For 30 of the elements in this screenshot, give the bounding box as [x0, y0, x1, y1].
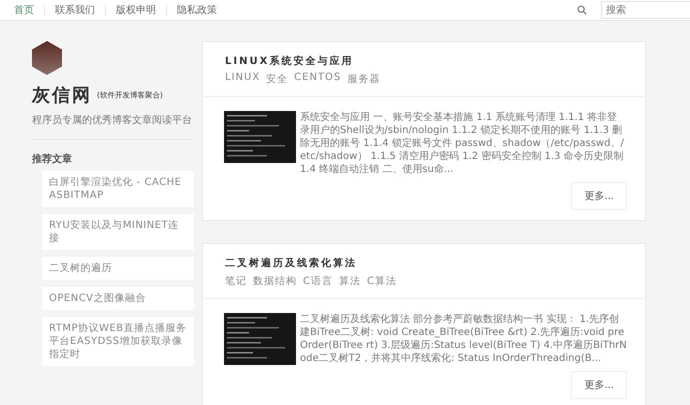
tag-link[interactable]: 安全: [266, 72, 288, 86]
tag-link[interactable]: CENTOS: [294, 72, 342, 86]
tag-link[interactable]: C语言: [303, 274, 333, 288]
nav-link[interactable]: 版权申明: [106, 4, 167, 16]
post-title[interactable]: 二叉树遍历及线索化算法: [225, 256, 623, 270]
more-button[interactable]: 更多...: [571, 182, 627, 210]
tag-link[interactable]: 笔记: [225, 274, 247, 288]
tag-link[interactable]: 服务器: [347, 72, 380, 86]
nav-link[interactable]: 首页: [4, 4, 45, 16]
nav-link[interactable]: 隐私政策: [167, 4, 227, 16]
post-excerpt: 二叉树遍历及线索化算法 部分参考严蔚敏数据结构一书 实现： 1.先序创建BiTree二叉树: void Create_BiTree(BiTree &rt) 2.先序遍历:void preOrder(BiTree rt) 3.层级遍历:Status level(BiTree T) 4.中序遍历BiThrNode二叉树T2，并将其中序线索化: Status InOrderThreading(B...: [300, 313, 627, 365]
recommended-article[interactable]: 白屏引擎渲染优化 - CACHEASBITMAP: [42, 171, 194, 207]
search-field[interactable]: 搜索: [601, 1, 690, 19]
section-heading: 推荐文章: [32, 152, 73, 166]
recommended-article[interactable]: OPENCV之图像融合: [42, 287, 194, 310]
more-button[interactable]: 更多...: [571, 371, 627, 399]
tag-link[interactable]: C算法: [366, 274, 397, 288]
hexagon-logo: [32, 41, 62, 75]
tag-link[interactable]: 算法: [338, 274, 361, 288]
recommended-article[interactable]: RYU安装以及与MININET连接: [42, 214, 194, 250]
recommended-article[interactable]: 二叉树的遍历: [42, 257, 194, 280]
nav-link[interactable]: 联系我们: [45, 4, 106, 16]
site-name: 灰信网: [32, 84, 92, 107]
post-title[interactable]: LINUX系统安全与应用: [225, 54, 623, 68]
site-tagline: 程序员专属的优秀博客文章阅读平台: [32, 114, 192, 127]
search-icon[interactable]: [577, 5, 587, 15]
tag-link[interactable]: 数据结构: [253, 274, 297, 288]
tag-link[interactable]: LINUX: [225, 72, 260, 86]
post-excerpt: 系统安全与应用 一、账号安全基本措施 1.1 系统账号清理 1.1.1 将非登录用户的Shell设为/sbin/nologin 1.1.2 锁定长期不使用的账号 1.1.3 删除无用的账号 1.1.4 锁定账号文件 passwd、shadow（/etc/passwd、/etc/shadow） 1.1.5 清空用户密码 1.2 密码安全控制 1.3 命令历史限制 1.4 终端自动注销 二、使用su命...: [300, 111, 625, 176]
recommended-article[interactable]: RTMP协议WEB直播点播服务平台EASYDSS增加获取录像指定时: [42, 317, 194, 366]
